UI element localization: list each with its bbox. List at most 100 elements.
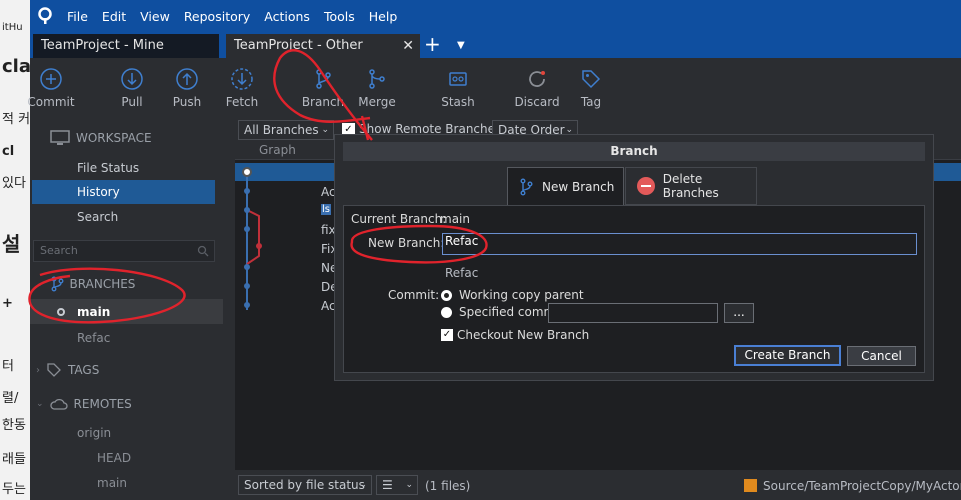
fetch-icon <box>212 66 272 92</box>
tag-button[interactable]: Tag <box>561 66 621 109</box>
discard-icon <box>507 66 567 92</box>
menu-help[interactable]: Help <box>362 9 405 24</box>
commit-graph <box>242 167 262 310</box>
chevron-right-icon: › <box>36 364 40 376</box>
sidebar-search-input[interactable]: Search <box>33 240 215 262</box>
specified-commit-input[interactable] <box>548 303 718 323</box>
new-branch-form: Current Branch: main New Branch: Refac R… <box>343 205 925 373</box>
create-branch-button[interactable]: Create Branch <box>734 345 841 366</box>
branches-label: BRANCHES <box>69 277 136 291</box>
checkout-new-branch-label: Checkout New Branch <box>457 328 590 342</box>
modified-file-icon <box>744 479 757 492</box>
branch-icon <box>51 276 63 292</box>
tab-teamproject-other[interactable]: TeamProject - Other ✕ <box>226 34 420 58</box>
file-count: (1 files) <box>425 479 471 493</box>
current-branch-label: Current Branch: <box>351 212 447 226</box>
discard-button[interactable]: Discard <box>507 66 567 109</box>
chevron-down-icon: ⌄ <box>36 279 44 289</box>
dialog-title: Branch <box>343 142 925 161</box>
menu-tools[interactable]: Tools <box>317 9 362 24</box>
commit-icon <box>21 66 81 92</box>
chevron-down-icon: ⌄ <box>359 480 367 490</box>
sidebar-item-history-label: History <box>77 185 120 199</box>
specified-commit-radio[interactable] <box>441 307 452 318</box>
tab-label: TeamProject - Mine <box>41 38 164 53</box>
tab-delete-branches[interactable]: Delete Branches <box>625 167 757 205</box>
cloud-icon <box>49 398 68 410</box>
monitor-icon <box>50 130 70 145</box>
search-placeholder: Search <box>40 244 78 257</box>
menu-actions[interactable]: Actions <box>257 9 317 24</box>
sidebar-remote-head[interactable]: HEAD <box>97 451 131 465</box>
chevron-down-icon: ⌄ <box>36 399 44 409</box>
pull-button[interactable]: Pull <box>102 66 162 109</box>
browse-commit-button[interactable]: ... <box>724 303 754 323</box>
merge-button[interactable]: Merge <box>347 66 407 109</box>
tab-new-branch-label: New Branch <box>542 179 615 194</box>
push-button[interactable]: Push <box>157 66 217 109</box>
graph-header-label: Graph <box>259 143 296 157</box>
sidebar-item-file-status[interactable]: File Status <box>77 161 139 175</box>
bg-text-9: 렬/ <box>2 391 19 406</box>
sourcetree-logo-icon <box>30 0 60 32</box>
sidebar-item-search[interactable]: Search <box>77 210 118 224</box>
sort-value: Sorted by file status <box>244 478 365 492</box>
sidebar-section-tags[interactable]: › TAGS <box>36 362 99 378</box>
file-path[interactable]: Source/TeamProjectCopy/MyActor.cp <box>763 479 961 493</box>
sidebar-item-history[interactable] <box>32 180 215 204</box>
tag-label: Tag <box>580 95 602 109</box>
bg-text-10: 한동 <box>2 418 26 433</box>
sidebar-remote-main[interactable]: main <box>97 476 127 490</box>
cancel-button[interactable]: Cancel <box>847 346 916 366</box>
chevron-down-icon[interactable]: ▼ <box>457 34 465 58</box>
add-tab-button[interactable]: + <box>424 32 441 56</box>
bg-text-11: 래들 <box>2 452 26 467</box>
checkout-new-branch-checkbox[interactable]: ✓ <box>441 329 453 341</box>
fetch-label: Fetch <box>225 95 259 109</box>
bg-text-5: 있다 <box>2 176 26 191</box>
bg-text-4: cl <box>2 144 15 159</box>
menu-repository[interactable]: Repository <box>177 9 257 24</box>
sidebar-section-remotes[interactable]: ⌄ REMOTES <box>36 397 132 411</box>
stash-icon <box>428 66 488 92</box>
fetch-button[interactable]: Fetch <box>212 66 272 109</box>
working-copy-parent-radio[interactable] <box>441 290 452 301</box>
push-icon <box>157 66 217 92</box>
tag-icon <box>47 363 61 377</box>
sidebar-section-workspace[interactable]: WORKSPACE <box>50 130 152 146</box>
bg-text-1: itHu <box>2 22 23 33</box>
tab-label: TeamProject - Other <box>234 38 363 53</box>
view-mode-select[interactable]: ☰ ⌄ <box>376 475 418 495</box>
list-icon: ☰ <box>382 478 393 492</box>
branch-button[interactable]: Branch <box>293 66 353 109</box>
new-branch-input[interactable]: Refac <box>442 233 917 255</box>
remotes-label: REMOTES <box>73 397 132 411</box>
delete-icon <box>637 177 655 195</box>
bg-text-12: 두는 <box>2 482 26 497</box>
sort-select[interactable]: Sorted by file status ⌄ <box>238 475 372 495</box>
sidebar-remote-origin[interactable]: origin <box>77 426 111 440</box>
merge-icon <box>347 66 407 92</box>
branch-filter-select[interactable]: All Branches ⌄ <box>238 120 334 140</box>
tab-new-branch[interactable]: New Branch <box>507 167 624 205</box>
branch-main-label: main <box>77 305 111 319</box>
sidebar-branch-refac[interactable]: Refac <box>77 331 110 345</box>
branch-filter-value: All Branches <box>244 123 319 137</box>
pull-label: Pull <box>121 95 143 109</box>
commit-button[interactable]: Commit <box>21 66 81 109</box>
chevron-down-icon: ⌄ <box>405 480 413 490</box>
branch-dialog: Branch New Branch Delete Branches Curren… <box>334 134 934 381</box>
sidebar-section-branches[interactable]: ⌄ BRANCHES <box>36 276 135 292</box>
discard-label: Discard <box>514 95 560 109</box>
menu-view[interactable]: View <box>133 9 177 24</box>
bg-text-3: 적 커 <box>2 112 30 127</box>
close-icon[interactable]: ✕ <box>402 34 414 58</box>
menu-edit[interactable]: Edit <box>95 9 133 24</box>
menu-file[interactable]: File <box>60 9 95 24</box>
workspace-label: WORKSPACE <box>76 131 152 145</box>
tab-teamproject-mine[interactable]: TeamProject - Mine <box>33 34 219 58</box>
bg-text-7: + <box>2 296 13 311</box>
commit-row-2[interactable]: ls <box>321 204 331 215</box>
stash-button[interactable]: Stash <box>428 66 488 109</box>
search-icon <box>197 245 209 257</box>
